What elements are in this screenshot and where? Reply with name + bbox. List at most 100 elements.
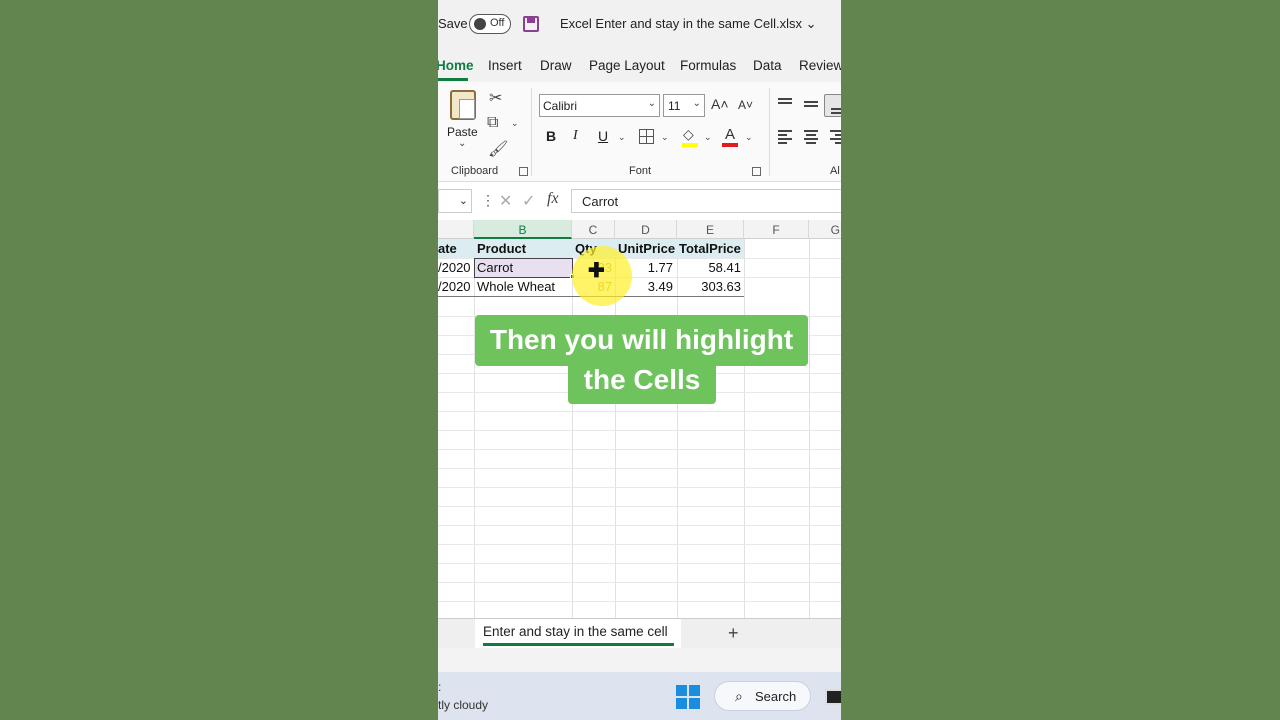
- chevron-down-icon[interactable]: ⌄: [661, 132, 669, 143]
- column-header-b[interactable]: B: [474, 220, 572, 239]
- tab-draw[interactable]: Draw: [540, 58, 572, 73]
- gridline: [438, 411, 841, 412]
- align-bottom-icon: [831, 104, 841, 116]
- tab-formulas[interactable]: Formulas: [680, 58, 736, 73]
- table-header-cell[interactable]: ate: [438, 239, 474, 258]
- cut-icon[interactable]: ✂: [489, 88, 502, 108]
- copy-icon[interactable]: ⧉: [487, 114, 498, 132]
- paste-label[interactable]: Paste: [447, 125, 478, 139]
- taskbar-search[interactable]: ⌕ Search: [714, 681, 811, 711]
- tab-review[interactable]: Review: [799, 58, 841, 73]
- dialog-launcher-icon[interactable]: [752, 167, 761, 176]
- cross-cursor-icon: ✚: [588, 260, 605, 282]
- excel-window: Save Off Excel Enter and stay in the sam…: [438, 0, 841, 720]
- sheet-tab[interactable]: Enter and stay in the same cell: [475, 619, 681, 649]
- column-header-a[interactable]: [438, 220, 474, 239]
- chevron-down-icon[interactable]: ⌄: [458, 138, 466, 149]
- weather-icon[interactable]: :: [438, 680, 441, 694]
- dialog-launcher-icon[interactable]: [519, 167, 528, 176]
- windows-start-icon[interactable]: [676, 685, 700, 709]
- column-header-c[interactable]: C: [572, 220, 615, 239]
- column-header-d[interactable]: D: [615, 220, 677, 239]
- decrease-font-button[interactable]: A˅: [738, 98, 753, 112]
- tab-home[interactable]: Home: [438, 58, 474, 73]
- underline-button[interactable]: U: [598, 128, 608, 144]
- font-size-select[interactable]: 11 ⌄: [663, 94, 705, 117]
- chevron-down-icon: ⌄: [692, 98, 701, 109]
- ribbon: Paste ⌄ ✂ ⧉ ⌄ 🖌 Clipboard Calibri ⌄ 11 ⌄…: [438, 82, 841, 182]
- chevron-down-icon[interactable]: ⌄: [618, 132, 626, 143]
- active-sheet-indicator: [483, 643, 674, 646]
- tab-insert[interactable]: Insert: [488, 58, 522, 73]
- table-cell[interactable]: Whole Wheat: [474, 277, 572, 296]
- table-cell[interactable]: /2020: [438, 258, 474, 277]
- more-options-icon[interactable]: ⋮: [481, 192, 495, 209]
- insert-function-button[interactable]: fx: [547, 190, 559, 208]
- gridline: [438, 506, 841, 507]
- align-left-icon[interactable]: [778, 130, 792, 144]
- caption-line-2: the Cells: [568, 362, 716, 404]
- gridline: [744, 239, 745, 618]
- font-name-select[interactable]: Calibri ⌄: [539, 94, 660, 117]
- align-bottom-button[interactable]: [824, 94, 841, 117]
- table-cell[interactable]: 303.63: [677, 277, 744, 296]
- gridline: [438, 601, 841, 602]
- paste-icon[interactable]: [450, 90, 476, 120]
- autosave-toggle[interactable]: Off: [469, 14, 511, 34]
- gridline: [438, 430, 841, 431]
- format-painter-icon[interactable]: 🖌: [488, 139, 508, 159]
- fill-color-icon[interactable]: ◇: [683, 126, 694, 143]
- column-header-e[interactable]: E: [677, 220, 744, 239]
- font-name-value: Calibri: [543, 99, 578, 113]
- gridline: [438, 563, 841, 564]
- table-cell[interactable]: Carrot: [474, 258, 572, 277]
- chevron-down-icon[interactable]: ⌄: [511, 118, 519, 129]
- autosave-label: Save: [438, 16, 468, 31]
- bold-button[interactable]: B: [546, 128, 556, 144]
- gridline: [438, 525, 841, 526]
- caption-line-1: Then you will highlight: [475, 315, 808, 366]
- active-tab-indicator: [438, 78, 468, 81]
- column-header-f[interactable]: F: [744, 220, 809, 239]
- name-box[interactable]: ⌄: [438, 189, 472, 213]
- spreadsheet-grid[interactable]: B C D E F G ate Product Qty UnitPrice To…: [438, 220, 841, 618]
- table-header-cell[interactable]: Product: [474, 239, 572, 258]
- toggle-knob: [474, 18, 486, 30]
- chevron-down-icon[interactable]: ⌄: [745, 132, 753, 143]
- divider: [769, 88, 770, 176]
- table-header-cell[interactable]: TotalPrice: [677, 239, 744, 258]
- autosave-state: Off: [490, 17, 505, 29]
- table-cell[interactable]: 58.41: [677, 258, 744, 277]
- save-icon[interactable]: [523, 16, 539, 32]
- sheet-tab-bar: Enter and stay in the same cell +: [438, 618, 841, 649]
- italic-button[interactable]: I: [573, 128, 578, 144]
- column-header-g[interactable]: G: [809, 220, 841, 239]
- weather-text[interactable]: tly cloudy: [438, 698, 488, 712]
- align-right-icon[interactable]: [830, 130, 841, 144]
- font-size-value: 11: [668, 99, 681, 113]
- formula-input[interactable]: Carrot: [571, 189, 841, 213]
- font-color-icon[interactable]: A: [725, 126, 735, 143]
- enter-check-icon[interactable]: ✓: [522, 191, 535, 211]
- chevron-down-icon[interactable]: ⌄: [704, 132, 712, 143]
- tab-data[interactable]: Data: [753, 58, 782, 73]
- chevron-down-icon: ⌄: [458, 195, 468, 207]
- gridline: [438, 468, 841, 469]
- align-center-icon[interactable]: [804, 130, 818, 144]
- windows-taskbar: : tly cloudy ⌕ Search: [438, 672, 841, 720]
- increase-font-button[interactable]: A˄: [711, 96, 729, 112]
- font-color-swatch: [722, 143, 738, 147]
- search-label: Search: [755, 689, 797, 704]
- document-title[interactable]: Excel Enter and stay in the same Cell.xl…: [560, 16, 817, 32]
- align-top-icon[interactable]: [778, 98, 792, 110]
- task-view-icon[interactable]: [825, 689, 841, 705]
- tab-page-layout[interactable]: Page Layout: [589, 58, 665, 73]
- font-group-label: Font: [629, 165, 652, 177]
- gridline: [809, 239, 810, 618]
- add-sheet-button[interactable]: +: [728, 623, 739, 644]
- align-middle-icon[interactable]: [804, 99, 818, 111]
- table-cell[interactable]: /2020: [438, 277, 474, 296]
- borders-icon[interactable]: [639, 129, 654, 144]
- cancel-icon[interactable]: ✕: [499, 191, 512, 211]
- status-bar: [438, 648, 841, 672]
